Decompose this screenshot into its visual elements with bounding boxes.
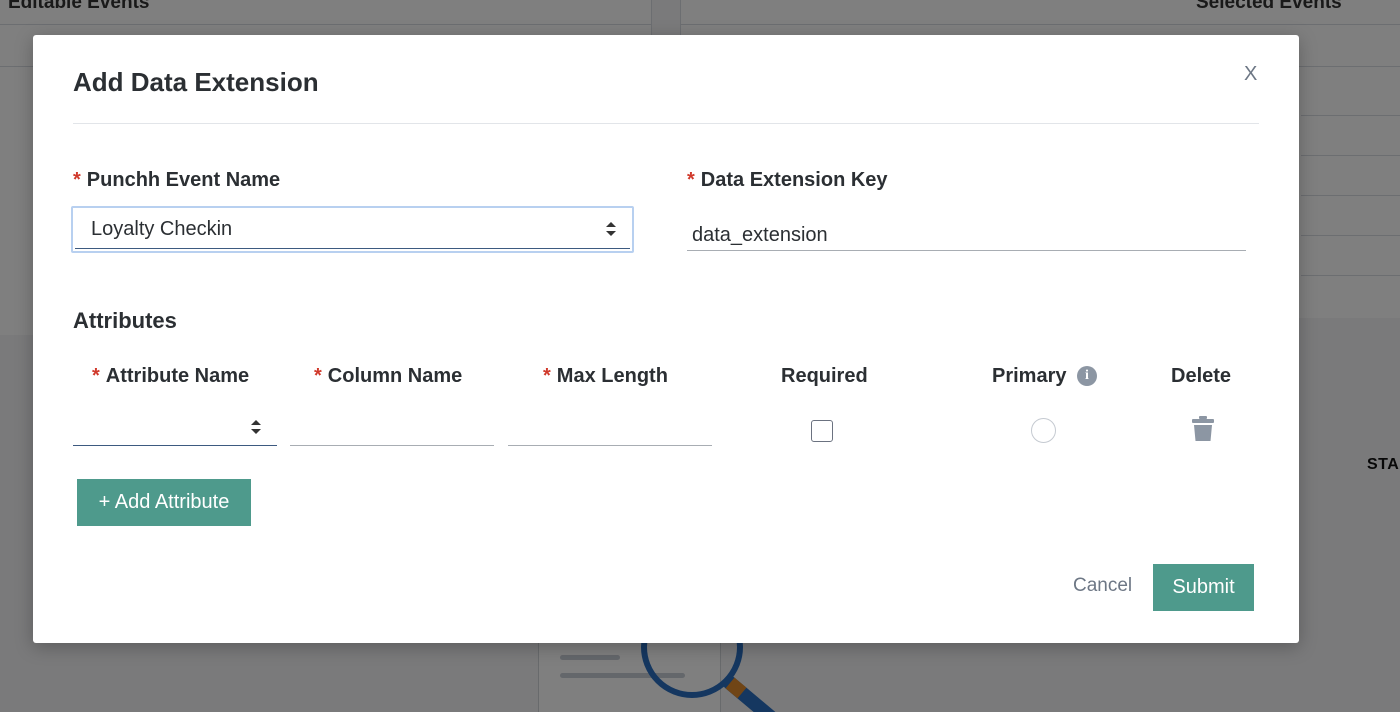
required-header: Required [781,365,868,387]
max-length-header-text: Max Length [556,365,668,387]
delete-header: Delete [1171,365,1232,387]
divider [73,123,1259,124]
extension-key-label-text: Data Extension Key [700,169,888,191]
extension-key-input[interactable] [687,221,1246,251]
sort-arrows-icon [606,222,616,236]
trash-icon[interactable] [1191,416,1215,442]
sort-arrows-icon [251,420,261,434]
attribute-name-header-text: Attribute Name [105,365,250,387]
primary-radio[interactable] [1031,418,1056,443]
attribute-name-header: * Attribute Name [92,365,249,388]
required-marker: * [314,365,322,387]
submit-button[interactable]: Submit [1153,564,1254,611]
event-name-select[interactable]: Loyalty Checkin [71,206,634,253]
attribute-name-select[interactable] [73,408,277,446]
column-name-header: * Column Name [314,365,462,388]
required-marker: * [543,365,551,387]
required-marker: * [73,169,81,191]
close-button[interactable]: X [1244,63,1257,86]
max-length-header: * Max Length [543,365,668,388]
primary-header: Primary [992,365,1067,387]
add-attribute-button[interactable]: + Add Attribute [77,479,251,526]
event-name-label-text: Punchh Event Name [86,169,281,191]
attributes-section-title: Attributes [73,308,177,333]
cancel-button[interactable]: Cancel [1073,575,1132,597]
info-icon[interactable]: i [1077,366,1097,386]
event-name-label: * Punchh Event Name [73,169,280,192]
extension-key-label: * Data Extension Key [687,169,888,192]
max-length-input[interactable] [508,415,712,446]
column-name-header-text: Column Name [327,365,463,387]
add-data-extension-modal: Add Data Extension X * Punchh Event Name … [33,35,1299,643]
event-name-selected-value: Loyalty Checkin [91,217,233,240]
required-marker: * [92,365,100,387]
required-checkbox[interactable] [811,420,833,442]
column-name-input[interactable] [290,415,494,446]
required-marker: * [687,169,695,191]
modal-title: Add Data Extension [73,67,319,97]
